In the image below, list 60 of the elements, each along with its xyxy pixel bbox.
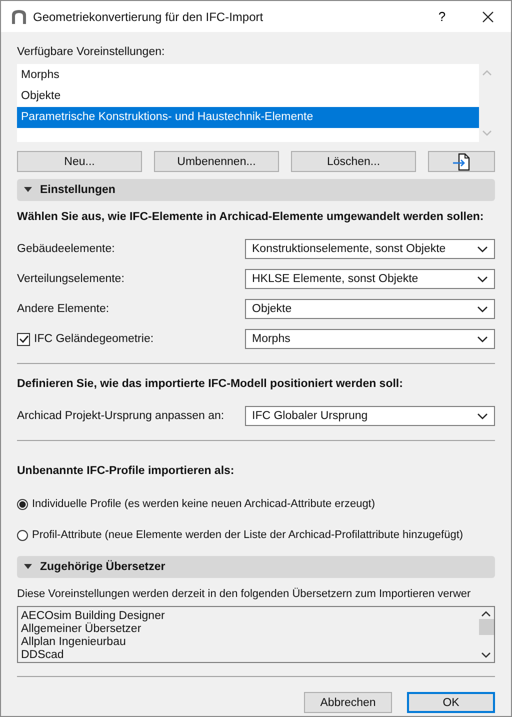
chevron-down-icon bbox=[477, 276, 488, 282]
dropdown[interactable]: Objekte bbox=[245, 299, 495, 319]
dropdown-value: IFC Globaler Ursprung bbox=[252, 410, 368, 422]
dropdown[interactable]: Morphs bbox=[245, 329, 495, 349]
close-icon bbox=[482, 10, 494, 22]
section-header[interactable]: Einstellungen bbox=[17, 179, 495, 201]
section-title: Einstellungen bbox=[40, 184, 116, 196]
field-label: Gebäudeelemente: bbox=[17, 243, 115, 255]
group-heading: Definieren Sie, wie das importierte IFC-Modell positioniert werden soll: bbox=[17, 378, 404, 390]
window-title: Geometriekonvertierung für den IFC-Import bbox=[33, 10, 264, 24]
chevron-down-icon bbox=[477, 336, 488, 342]
checkmark-icon bbox=[18, 335, 28, 343]
dialog-button[interactable]: OK bbox=[407, 692, 495, 713]
preset-button[interactable]: Neu... bbox=[17, 151, 142, 172]
field-label: Archicad Projekt-Ursprung anpassen an: bbox=[17, 410, 224, 422]
chevron-down-icon bbox=[477, 412, 488, 420]
radio-label: Individuelle Profile (es werden keine neuen Archicad-Attribute erzeugt) bbox=[32, 498, 376, 510]
dropdown-value: Objekte bbox=[252, 303, 292, 315]
chevron-down-icon bbox=[477, 246, 488, 252]
dropdown-value: Konstruktionselemente, sonst Objekte bbox=[252, 243, 446, 255]
dropdown[interactable]: Konstruktionselemente, sonst Objekte bbox=[245, 239, 495, 259]
checkbox[interactable] bbox=[17, 332, 30, 346]
dropdown-value: HKLSE Elemente, sonst Objekte bbox=[252, 273, 418, 285]
scroll-down-icon bbox=[482, 130, 492, 136]
dropdown-value: Morphs bbox=[252, 333, 290, 345]
triangle-icon bbox=[24, 187, 32, 193]
translator-item[interactable]: DDScad bbox=[21, 649, 475, 662]
section-title: Zugehörige Übersetzer bbox=[40, 561, 166, 573]
group-heading: Wählen Sie aus, wie IFC-Elemente in Archicad-Elemente umgewandelt werden sollen: bbox=[17, 211, 485, 223]
preset-button[interactable]: Umbenennen... bbox=[154, 151, 279, 172]
help-button[interactable]: ? bbox=[419, 1, 465, 32]
radio-label: Profil-Attribute (neue Elemente werden der Liste der Archicad-Profilattribute hinzugefügt) bbox=[32, 529, 464, 541]
section-header[interactable]: Zugehörige Übersetzer bbox=[17, 556, 495, 578]
translator-item[interactable]: Allgemeiner Übersetzer bbox=[21, 623, 475, 636]
translator-item[interactable]: Allplan Ingenieurbau bbox=[21, 636, 475, 649]
scroll-down-icon bbox=[481, 652, 491, 658]
app-logo-icon bbox=[11, 8, 27, 24]
presets-label: Verfügbare Voreinstellungen: bbox=[17, 46, 166, 58]
preset-item[interactable]: Parametrische Konstruktions- und Haustechnik-Elemente bbox=[17, 107, 479, 128]
triangle-icon bbox=[24, 564, 32, 570]
dropdown[interactable]: IFC Globaler Ursprung bbox=[245, 406, 495, 426]
radio-button[interactable] bbox=[17, 498, 28, 510]
field-label: IFC Geländegeometrie: bbox=[34, 333, 154, 345]
radio-button[interactable] bbox=[17, 530, 28, 540]
dialog-button[interactable]: Abbrechen bbox=[304, 692, 392, 713]
document-arrow-icon bbox=[452, 152, 472, 170]
field-label: Andere Elemente: bbox=[17, 303, 110, 315]
field-label: Verteilungselemente: bbox=[17, 273, 124, 285]
scroll-up-icon bbox=[481, 611, 491, 617]
translator-item[interactable]: AECOsim Building Designer bbox=[21, 610, 475, 623]
scroll-up-icon bbox=[482, 70, 492, 76]
description-text: Diese Voreinstellungen werden derzeit in den folgenden Übersetzern zum Importieren verwer bbox=[17, 588, 472, 600]
chevron-down-icon bbox=[477, 306, 488, 312]
preset-item[interactable]: Morphs bbox=[17, 65, 479, 86]
scrollbar-thumb[interactable] bbox=[478, 619, 494, 635]
preset-button[interactable]: Löschen... bbox=[291, 151, 416, 172]
group-heading: Unbenannte IFC-Profile importieren als: bbox=[17, 465, 236, 477]
dropdown[interactable]: HKLSE Elemente, sonst Objekte bbox=[245, 269, 495, 289]
import-button[interactable] bbox=[428, 151, 495, 172]
preset-item[interactable]: Objekte bbox=[17, 86, 479, 107]
